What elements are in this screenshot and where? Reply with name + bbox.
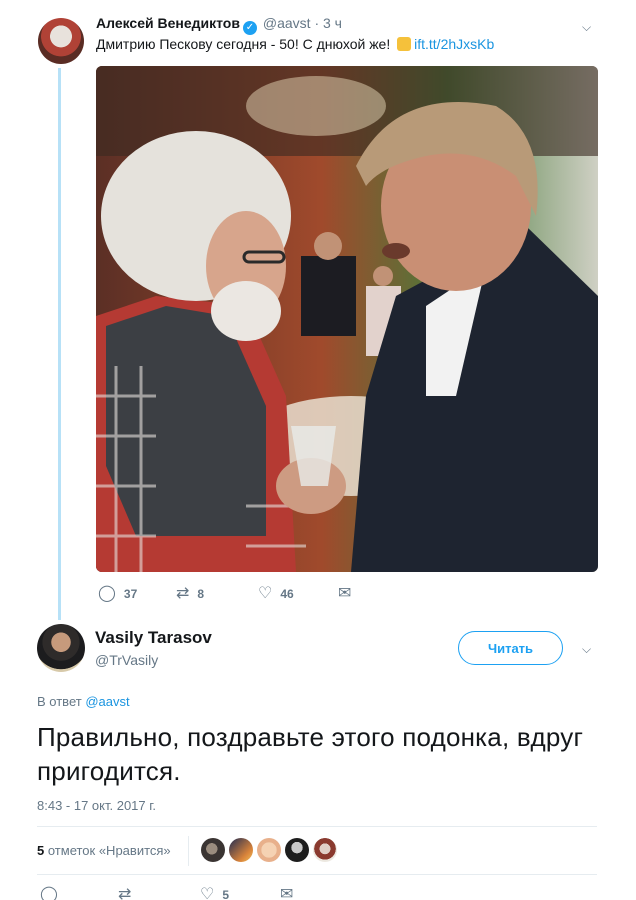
retweet-button[interactable]: ⇄: [118, 887, 131, 900]
likes-summary[interactable]: 5 отметок «Нравится»: [37, 843, 171, 858]
reply-button[interactable]: ◯: [40, 887, 58, 900]
chevron-down-icon[interactable]: ⌵: [582, 20, 596, 34]
dm-button[interactable]: ✉: [338, 586, 351, 602]
liker-avatar[interactable]: [313, 838, 337, 862]
dm-button[interactable]: ✉: [280, 887, 293, 900]
tweet-link[interactable]: ift.tt/2hJxsKb: [414, 36, 494, 52]
like-button[interactable]: ♡ 46: [258, 586, 294, 602]
retweet-button[interactable]: ⇄ 8: [176, 586, 204, 602]
envelope-icon: ✉: [280, 886, 294, 900]
retweet-count: 8: [197, 587, 205, 601]
like-button[interactable]: ♡ 5: [200, 887, 229, 900]
liker-avatar[interactable]: [285, 838, 309, 862]
retweet-icon: ⇄: [118, 886, 132, 900]
follow-button[interactable]: Читать: [458, 631, 563, 665]
tweet-timestamp[interactable]: 8:43 - 17 окт. 2017 г.: [37, 798, 156, 813]
reply-icon: ◯: [98, 585, 116, 602]
photo-illustration: [96, 66, 598, 572]
divider: [37, 826, 597, 827]
tweet-photo[interactable]: [96, 66, 598, 572]
chevron-down-icon[interactable]: ⌵: [582, 642, 596, 656]
thumbs-up-emoji-icon: [397, 37, 412, 51]
likes-count: 5: [37, 843, 45, 858]
like-count: 5: [222, 888, 230, 900]
tweet-text-body: Дмитрию Пескову сегодня - 50! С днюхой ж…: [96, 36, 395, 52]
reply-button[interactable]: ◯ 37: [98, 586, 137, 602]
liker-avatar[interactable]: [229, 838, 253, 862]
avatar[interactable]: [38, 18, 84, 64]
heart-icon: ♡: [258, 585, 273, 602]
tweet-text: Дмитрию Пескову сегодня - 50! С днюхой ж…: [96, 36, 494, 52]
retweet-icon: ⇄: [176, 585, 190, 602]
divider: [188, 836, 189, 866]
likes-label: отметок «Нравится»: [47, 843, 171, 858]
reply-prefix: В ответ: [37, 694, 82, 709]
likers-avatars: [201, 838, 337, 862]
verified-badge-icon: ✓: [242, 21, 257, 35]
divider: [37, 874, 597, 875]
reply-icon: ◯: [40, 886, 58, 900]
author-handle[interactable]: @aavst: [263, 15, 311, 31]
like-count: 46: [280, 587, 294, 601]
tweet-header: Алексей Венедиктов ✓ @aavst · 3 ч: [96, 15, 342, 35]
heart-icon: ♡: [200, 886, 215, 900]
meta-separator: ·: [314, 15, 320, 31]
author-handle[interactable]: @TrVasily: [95, 652, 158, 668]
reply-count: 37: [123, 587, 138, 601]
reply-context: В ответ @aavst: [37, 694, 130, 709]
tweet-text: Правильно, поздравьте этого подонка, вдр…: [37, 722, 584, 786]
reply-handle-link[interactable]: @aavst: [85, 694, 129, 709]
author-name[interactable]: Vasily Tarasov: [95, 628, 212, 648]
liker-avatar[interactable]: [201, 838, 225, 862]
author-name[interactable]: Алексей Венедиктов: [96, 15, 240, 31]
envelope-icon: ✉: [338, 585, 352, 602]
avatar[interactable]: [37, 624, 85, 672]
thread-connector-line: [58, 68, 61, 620]
tweet-time[interactable]: 3 ч: [323, 15, 342, 31]
liker-avatar[interactable]: [257, 838, 281, 862]
quoted-tweet[interactable]: Алексей Венедиктов ✓ @aavst · 3 ч ⌵ Дмитр…: [0, 0, 636, 620]
